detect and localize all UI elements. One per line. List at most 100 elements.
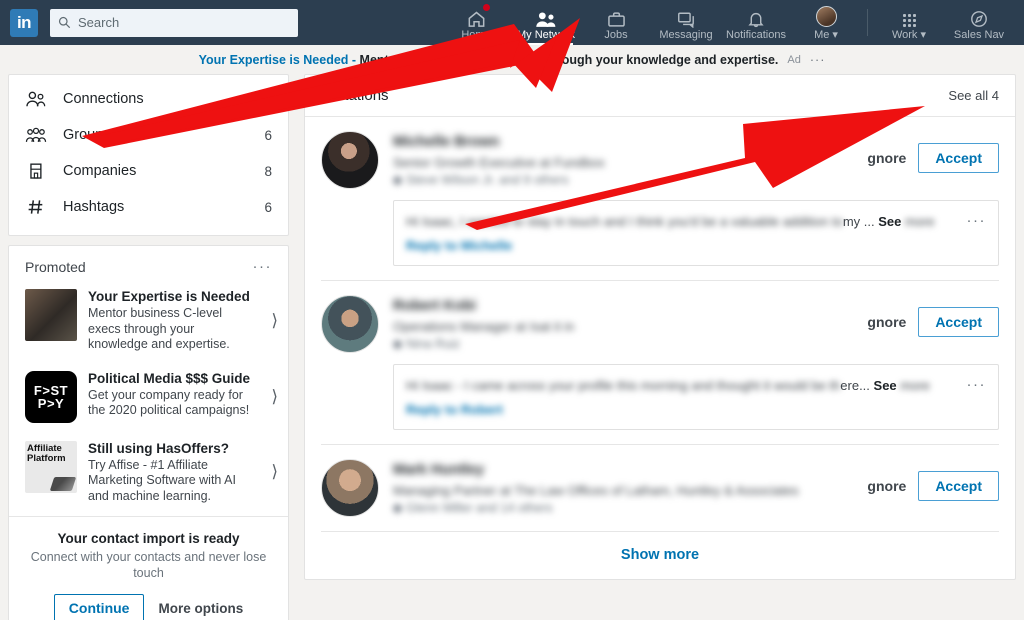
invitation-message-box: Hi Isaac, I wanted to stay in touch and …: [393, 200, 999, 266]
chevron-down-icon: ▾: [920, 29, 927, 41]
nav-label-jobs: Jobs: [604, 28, 628, 41]
sidebar-item-companies[interactable]: Companies 8: [9, 153, 288, 189]
continue-button[interactable]: Continue: [53, 594, 145, 620]
invitations-title: Invitations: [321, 87, 389, 104]
reply-link[interactable]: Reply to Michelle: [406, 238, 955, 253]
search-placeholder: Search: [78, 15, 120, 30]
invitation-message-box: Hi Isaac - I came across your profile th…: [393, 364, 999, 430]
promoted-ad-banner[interactable]: Your Expertise is Needed - Mentor busine…: [0, 45, 1024, 74]
mutual-icon: [393, 176, 402, 185]
ignore-button[interactable]: gnore: [867, 150, 906, 166]
chevron-right-icon[interactable]: ⟩: [267, 311, 278, 331]
promoted-menu-icon[interactable]: ···: [253, 258, 273, 275]
invitation-name[interactable]: Mark Huntley: [393, 461, 853, 480]
sidebar-item-groups[interactable]: Groups 6: [9, 117, 288, 153]
chevron-right-icon[interactable]: ⟩: [267, 462, 278, 482]
invitation-row: Robert Kobi Operations Manager at Isat i…: [305, 281, 1015, 445]
robert-kobi-avatar[interactable]: [321, 295, 379, 353]
message-menu-icon[interactable]: ···: [963, 212, 987, 253]
invitation-name[interactable]: Robert Kobi: [393, 297, 853, 316]
ad-label: Ad: [787, 53, 801, 66]
sidebar-item-hashtags[interactable]: Hashtags 6: [9, 189, 288, 225]
mentor-photo-thumb: [25, 289, 77, 341]
invitations-column: Invitations See all 4 Michelle Brown Sen…: [304, 74, 1016, 580]
search-input[interactable]: Search: [50, 8, 298, 37]
linkedin-logo[interactable]: in: [10, 8, 38, 37]
promoted-item-desc: Mentor business C-level execs through yo…: [88, 306, 230, 351]
nav-item-my-network[interactable]: My Network: [511, 0, 581, 45]
page-columns: Connections ,550 Groups 6 Companies 8 Ha…: [0, 74, 1024, 620]
nav-item-messaging[interactable]: Messaging: [651, 0, 721, 45]
nav-label-notifications: Notifications: [726, 28, 786, 41]
sidebar-count-companies: 8: [264, 163, 272, 179]
accept-button[interactable]: Accept: [918, 307, 999, 337]
michelle-brown-avatar[interactable]: [321, 131, 379, 189]
invitation-mutual-connections: Glenn Miller and 14 others: [393, 500, 853, 517]
fastpay-logo-thumb: F>ST P>Y: [25, 370, 77, 423]
linkedin-my-network-page: in Search Home My Network Jobs Messaging…: [0, 0, 1024, 620]
reply-link[interactable]: Reply to Robert: [406, 402, 955, 417]
nav-item-jobs[interactable]: Jobs: [581, 0, 651, 45]
promoted-item[interactable]: Your Expertise is Needed Mentor business…: [9, 283, 288, 365]
nav-item-me[interactable]: Me ▾: [791, 0, 861, 45]
nav-item-sales-nav[interactable]: Sales Nav: [944, 0, 1014, 45]
hashtag-icon: [28, 200, 43, 214]
invitation-mutual-connections: Nina Ruiz: [393, 336, 853, 353]
nav-item-notifications[interactable]: Notifications: [721, 0, 791, 45]
more-options-link[interactable]: More options: [158, 601, 243, 616]
promoted-item-desc: Try Affise - #1 Affiliate Marketing Soft…: [88, 457, 236, 503]
nav-items-group: Home My Network Jobs Messaging Notificat…: [441, 0, 1014, 45]
my-network-icon: [535, 8, 557, 28]
sidebar-count-connections: ,550: [245, 91, 272, 107]
invitation-name[interactable]: Michelle Brown: [393, 133, 853, 152]
ad-menu-icon[interactable]: ···: [810, 53, 826, 67]
invitation-headline: Senior Growth Executive at Fundbox: [393, 155, 605, 170]
invitation-row: Mark Huntley Managing Partner at The Law…: [305, 445, 1015, 532]
invitation-message-text: Hi Isaac - I came across your profile th…: [406, 378, 930, 393]
promoted-item[interactable]: Affiliate Platform Still using HasOffers?…: [9, 435, 288, 517]
nav-item-home[interactable]: Home: [441, 0, 511, 45]
jobs-briefcase-icon: [607, 8, 626, 28]
show-more-link[interactable]: Show more: [305, 532, 1015, 579]
invitation-headline: Operations Manager at Isat it in: [393, 319, 575, 334]
sidebar-count-groups: 6: [264, 127, 272, 143]
accept-button[interactable]: Accept: [918, 143, 999, 173]
mutual-icon: [393, 340, 402, 349]
sidebar-item-connections[interactable]: Connections ,550: [9, 81, 288, 117]
grid-icon: [902, 7, 916, 27]
ignore-button[interactable]: gnore: [867, 314, 906, 330]
promoted-header: Promoted ···: [9, 246, 288, 283]
invitation-message-text: Hi Isaac, I wanted to stay in touch and …: [406, 214, 935, 229]
compass-icon: [970, 8, 988, 28]
accept-button[interactable]: Accept: [918, 471, 999, 501]
chevron-down-icon: ▾: [832, 29, 838, 41]
invitation-mutual-connections: Steve Wilson Jr. and 9 others: [393, 172, 853, 189]
contact-import-subtitle: Connect with your contacts and never los…: [30, 550, 267, 580]
invitation-row: Michelle Brown Senior Growth Executive a…: [305, 117, 1015, 281]
promoted-item[interactable]: F>ST P>Y Political Media $$$ Guide Get yo…: [9, 365, 288, 435]
ignore-button[interactable]: gnore: [867, 478, 906, 494]
connections-icon: [26, 91, 46, 107]
network-nav-card: Connections ,550 Groups 6 Companies 8 Ha…: [8, 74, 289, 236]
affise-logo-thumb: Affiliate Platform: [25, 440, 77, 493]
ad-banner-text: Your Expertise is Needed - Mentor busine…: [198, 52, 779, 67]
invitations-card: Invitations See all 4 Michelle Brown Sen…: [304, 74, 1016, 580]
see-all-link[interactable]: See all 4: [948, 88, 999, 103]
message-menu-icon[interactable]: ···: [963, 376, 987, 417]
contact-import-title: Your contact import is ready: [57, 531, 240, 546]
promoted-title: Promoted: [25, 258, 86, 275]
avatar: [815, 6, 837, 27]
nav-label-home: Home: [461, 28, 491, 41]
chevron-right-icon[interactable]: ⟩: [267, 387, 278, 407]
company-building-icon: [30, 163, 42, 179]
mark-huntley-avatar[interactable]: [321, 459, 379, 517]
nav-label-messaging: Messaging: [659, 28, 713, 41]
nav-item-work[interactable]: Work ▾: [874, 0, 944, 45]
groups-icon: [25, 127, 47, 142]
left-sidebar: Connections ,550 Groups 6 Companies 8 Ha…: [8, 74, 289, 620]
invitation-headline: Managing Partner at The Law Offices of L…: [393, 483, 799, 498]
nav-label-sales-nav: Sales Nav: [953, 28, 1005, 41]
promoted-item-title: Your Expertise is Needed: [88, 289, 250, 304]
sidebar-label-groups: Groups: [63, 127, 111, 143]
nav-label-my-network: My Network: [516, 28, 576, 41]
